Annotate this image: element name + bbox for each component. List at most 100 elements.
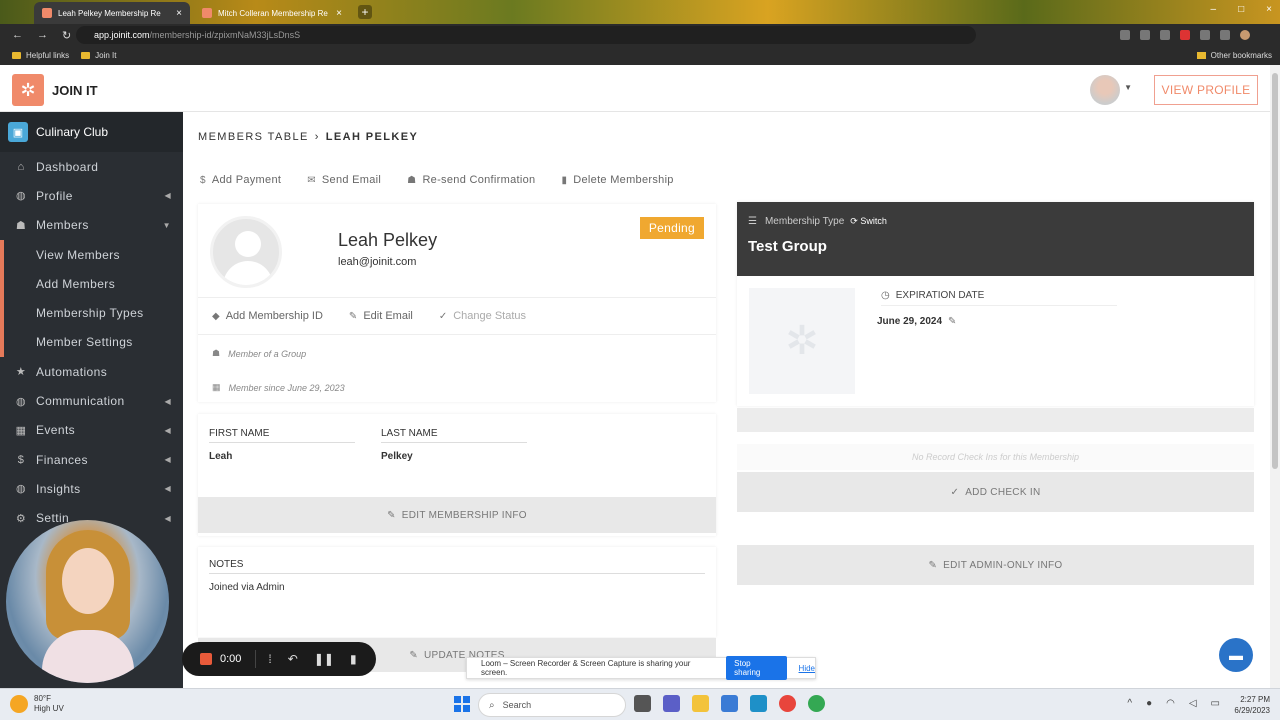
close-tab-icon[interactable]: × bbox=[176, 8, 182, 19]
member-name: Leah Pelkey bbox=[338, 230, 438, 250]
task-view-icon[interactable] bbox=[634, 695, 651, 712]
extension-icon[interactable] bbox=[1220, 30, 1230, 40]
profile-icon[interactable] bbox=[1240, 30, 1250, 40]
windows-start-icon[interactable] bbox=[454, 696, 470, 712]
chrome-icon[interactable] bbox=[779, 695, 796, 712]
trash-icon[interactable]: ▮ bbox=[350, 652, 357, 666]
sidebar-item-events[interactable]: ▦ Events ◀ bbox=[0, 416, 183, 445]
chrome-icon[interactable] bbox=[808, 695, 825, 712]
sharing-notice-text: Loom – Screen Recorder & Screen Capture … bbox=[481, 659, 691, 677]
folder-icon bbox=[81, 52, 91, 59]
sidebar-item-finances[interactable]: $ Finances ◀ bbox=[0, 445, 183, 474]
switch-label: Switch bbox=[860, 216, 887, 226]
chat-icon[interactable]: ▬ bbox=[1219, 638, 1253, 672]
edit-icon[interactable]: ✎ bbox=[948, 316, 956, 327]
switch-button[interactable]: ⟳ Switch bbox=[850, 216, 887, 227]
user-avatar[interactable] bbox=[1090, 75, 1120, 105]
sidebar-item-dashboard[interactable]: ⌂ Dashboard bbox=[0, 152, 183, 181]
sidebar-item-view-members[interactable]: View Members bbox=[0, 239, 183, 270]
sidebar-item-add-members[interactable]: Add Members bbox=[0, 269, 183, 299]
sidebar-item-membership-types[interactable]: Membership Types bbox=[0, 298, 183, 328]
send-email-button[interactable]: ✉ Send Email bbox=[307, 174, 381, 186]
view-profile-button[interactable]: VIEW PROFILE bbox=[1154, 75, 1258, 105]
reload-icon[interactable]: ↻ bbox=[62, 29, 71, 42]
loom-sharing-notice: Loom – Screen Recorder & Screen Capture … bbox=[466, 656, 816, 680]
weather-widget[interactable]: 80°F High UV bbox=[10, 694, 64, 714]
no-checkins-message: No Record Check Ins for this Membership bbox=[737, 444, 1254, 470]
sidebar-item-communication[interactable]: ◍ Communication ◀ bbox=[0, 386, 183, 415]
system-clock[interactable]: 2:27 PM 6/29/2023 bbox=[1234, 694, 1270, 716]
hide-notice-link[interactable]: Hide bbox=[799, 664, 815, 673]
avatar-head bbox=[235, 231, 261, 257]
sidebar-item-members[interactable]: ☗ Members ▼ bbox=[0, 211, 183, 240]
sidebar-item-automations[interactable]: ★ Automations bbox=[0, 357, 183, 386]
stop-recording-icon[interactable] bbox=[200, 653, 212, 665]
extension-icon[interactable] bbox=[1200, 30, 1210, 40]
chevron-right-icon: › bbox=[314, 131, 320, 143]
last-name-label: LAST NAME bbox=[381, 428, 527, 443]
member-email: leah@joinit.com bbox=[338, 256, 417, 268]
extension-icon[interactable] bbox=[1120, 30, 1130, 40]
edit-membership-info-button[interactable]: ✎ EDIT MEMBERSHIP INFO bbox=[198, 497, 716, 533]
taskbar-search-input[interactable]: ⌕ Search bbox=[478, 693, 626, 717]
add-check-in-button[interactable]: ✓ ADD CHECK IN bbox=[737, 472, 1254, 512]
maximize-icon[interactable]: □ bbox=[1238, 4, 1244, 15]
wifi-icon[interactable]: ◠ bbox=[1166, 698, 1175, 709]
edit-icon: ✎ bbox=[348, 310, 358, 322]
new-tab-button[interactable]: + bbox=[358, 5, 372, 19]
breadcrumb-members-table[interactable]: MEMBERS TABLE bbox=[198, 131, 309, 143]
close-window-icon[interactable]: × bbox=[1266, 4, 1272, 15]
undo-icon[interactable]: ↶ bbox=[288, 652, 298, 666]
avatar-body bbox=[223, 261, 273, 285]
star-icon: ★ bbox=[15, 366, 27, 379]
volume-icon[interactable]: ◁ bbox=[1189, 698, 1197, 709]
extension-icon[interactable] bbox=[1140, 30, 1150, 40]
button-label: EDIT ADMIN-ONLY INFO bbox=[943, 559, 1063, 571]
scrollbar-thumb[interactable] bbox=[1272, 73, 1278, 469]
page-scrollbar[interactable] bbox=[1270, 65, 1280, 688]
edge-icon[interactable] bbox=[750, 695, 767, 712]
stop-sharing-button[interactable]: Stop sharing bbox=[726, 656, 787, 680]
extension-icon[interactable] bbox=[1180, 30, 1190, 40]
forward-icon[interactable]: → bbox=[37, 29, 48, 42]
group-note: ☗ Member of a Group bbox=[212, 348, 306, 359]
clock-time: 2:27 PM bbox=[1240, 695, 1270, 704]
pause-icon[interactable]: ❚❚ bbox=[314, 652, 334, 666]
tab-mitch-colleran[interactable]: Mitch Colleran Membership Re × bbox=[194, 2, 350, 24]
url-input[interactable]: app.joinit.com/membership-id/zpixmNaM33j… bbox=[76, 26, 976, 44]
resend-confirmation-button[interactable]: ☗ Re-send Confirmation bbox=[407, 174, 535, 186]
windows-taskbar: 80°F High UV ⌕ Search ^ ● ◠ ◁ ▭ 2:27 PM 6/2… bbox=[0, 688, 1280, 720]
add-membership-id-button[interactable]: ◆ Add Membership ID bbox=[212, 310, 323, 322]
battery-icon[interactable]: ▭ bbox=[1211, 698, 1220, 709]
microphone-icon[interactable]: ● bbox=[1146, 698, 1152, 709]
webcam-bubble[interactable] bbox=[6, 520, 169, 683]
delete-membership-button[interactable]: ▮ Delete Membership bbox=[561, 174, 673, 186]
bookmark-helpful-links[interactable]: Helpful links bbox=[12, 51, 69, 60]
other-bookmarks-label: Other bookmarks bbox=[1210, 51, 1272, 60]
sidebar-item-profile[interactable]: ◍ Profile ◀ bbox=[0, 181, 183, 210]
file-explorer-icon[interactable] bbox=[692, 695, 709, 712]
extension-icon[interactable] bbox=[1160, 30, 1170, 40]
minimize-icon[interactable]: – bbox=[1211, 4, 1217, 15]
edit-admin-only-info-button[interactable]: ✎ EDIT ADMIN-ONLY INFO bbox=[737, 545, 1254, 585]
close-tab-icon[interactable]: × bbox=[336, 8, 342, 19]
expiration-date-label: ◷ EXPIRATION DATE bbox=[881, 290, 1117, 306]
edit-email-button[interactable]: ✎ Edit Email bbox=[349, 310, 413, 322]
chevron-up-icon[interactable]: ^ bbox=[1127, 698, 1132, 709]
sidebar-item-member-settings[interactable]: Member Settings bbox=[0, 327, 183, 358]
change-status-button[interactable]: ✓ Change Status bbox=[439, 310, 526, 322]
other-bookmarks[interactable]: Other bookmarks bbox=[1196, 51, 1272, 60]
joinit-logo-icon[interactable]: ✲ bbox=[12, 74, 44, 106]
caret-left-icon: ◀ bbox=[164, 513, 171, 523]
tab-leah-pelkey[interactable]: Leah Pelkey Membership Re × bbox=[34, 2, 190, 24]
chat-app-icon[interactable] bbox=[663, 695, 680, 712]
store-icon[interactable] bbox=[721, 695, 738, 712]
caret-down-icon[interactable]: ▼ bbox=[1124, 83, 1132, 92]
button-label: ADD CHECK IN bbox=[965, 486, 1041, 498]
bookmark-join-it[interactable]: Join It bbox=[81, 51, 116, 60]
sidebar-item-insights[interactable]: ◍ Insights ◀ bbox=[0, 474, 183, 503]
club-selector[interactable]: ▣ Culinary Club bbox=[0, 112, 183, 152]
grid-icon[interactable]: ⁞ bbox=[268, 652, 271, 666]
back-icon[interactable]: ← bbox=[12, 29, 23, 42]
add-payment-button[interactable]: $ Add Payment bbox=[200, 174, 281, 186]
